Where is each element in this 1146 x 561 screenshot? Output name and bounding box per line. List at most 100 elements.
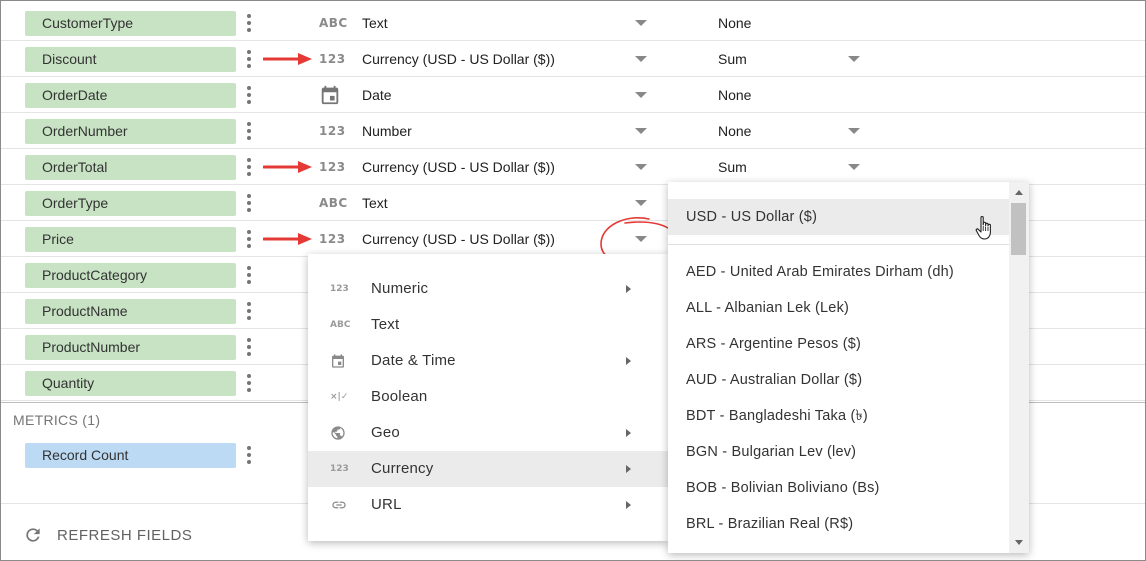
field-name-chip[interactable]: Price	[25, 227, 236, 252]
field-type-value[interactable]: Date	[362, 77, 392, 113]
number-type-icon: 123	[319, 124, 346, 138]
type-menu-item-boolean[interactable]: ×|✓ Boolean	[308, 379, 668, 415]
field-type-menu: 123 Numeric ABC Text Date & Time ×|✓ Boolean Ge…	[308, 254, 668, 541]
text-type-icon: ABC	[330, 320, 351, 330]
currency-option[interactable]: BGN - Bulgarian Lev (lev)	[668, 434, 1009, 470]
aggregation-value[interactable]: None	[718, 113, 751, 149]
field-name-chip[interactable]: ProductName	[25, 299, 236, 324]
currency-option[interactable]: BOB - Bolivian Boliviano (Bs)	[668, 470, 1009, 506]
field-row: OrderDate Date None	[1, 77, 1145, 113]
currency-option-label: AED - United Arab Emirates Dirham (dh)	[686, 264, 954, 280]
chevron-down-icon[interactable]	[635, 128, 647, 134]
chevron-down-icon[interactable]	[848, 164, 860, 170]
type-menu-item-text[interactable]: ABC Text	[308, 307, 668, 343]
field-name-chip[interactable]: CustomerType	[25, 11, 236, 36]
currency-option[interactable]: BRL - Brazilian Real (R$)	[668, 506, 1009, 542]
currency-option-label: ARS - Argentine Pesos ($)	[686, 336, 862, 352]
field-type-value[interactable]: Text	[362, 5, 388, 41]
aggregation-value[interactable]: Sum	[718, 41, 747, 77]
red-arrow-annotation	[262, 231, 313, 247]
currency-option[interactable]: AED - United Arab Emirates Dirham (dh)	[668, 254, 1009, 290]
boolean-type-icon: ×|✓	[330, 392, 349, 402]
more-options-icon[interactable]	[241, 299, 257, 324]
type-menu-item-currency[interactable]: 123 Currency	[308, 451, 668, 487]
field-editor-panel: CustomerType ABC Text None Discount 123 Curren…	[0, 0, 1146, 561]
chevron-down-icon[interactable]	[848, 128, 860, 134]
scrollbar[interactable]	[1009, 182, 1029, 553]
field-type-value[interactable]: Text	[362, 185, 388, 221]
type-menu-label: Boolean	[371, 388, 428, 405]
field-name-chip[interactable]: OrderType	[25, 191, 236, 216]
more-options-icon[interactable]	[241, 47, 257, 72]
currency-option[interactable]: BDT - Bangladeshi Taka (৳)	[668, 398, 1009, 434]
field-name-chip[interactable]: OrderNumber	[25, 119, 236, 144]
type-menu-label: URL	[371, 496, 402, 513]
more-options-icon[interactable]	[241, 335, 257, 360]
field-row: OrderNumber 123 Number None	[1, 113, 1145, 149]
more-options-icon[interactable]	[241, 227, 257, 252]
chevron-right-icon	[626, 501, 631, 509]
more-options-icon[interactable]	[241, 11, 257, 36]
field-name-chip[interactable]: Quantity	[25, 371, 236, 396]
field-type-value[interactable]: Currency (USD - US Dollar ($))	[362, 41, 555, 77]
type-menu-item-numeric[interactable]: 123 Numeric	[308, 271, 668, 307]
chevron-down-icon[interactable]	[635, 164, 647, 170]
field-type-value[interactable]: Currency (USD - US Dollar ($))	[362, 221, 555, 257]
field-name-chip[interactable]: OrderDate	[25, 83, 236, 108]
number-type-icon: 123	[319, 52, 346, 66]
scroll-thumb[interactable]	[1011, 203, 1026, 255]
more-options-icon[interactable]	[241, 191, 257, 216]
chevron-right-icon	[626, 357, 631, 365]
type-menu-label: Currency	[371, 460, 434, 477]
type-menu-item-geo[interactable]: Geo	[308, 415, 668, 451]
chevron-down-icon[interactable]	[635, 92, 647, 98]
chevron-down-icon[interactable]	[635, 200, 647, 206]
more-options-icon[interactable]	[241, 371, 257, 396]
metrics-heading: METRICS (1)	[13, 412, 101, 428]
more-options-icon[interactable]	[241, 155, 257, 180]
more-options-icon[interactable]	[241, 119, 257, 144]
number-type-icon: 123	[319, 160, 346, 174]
more-options-icon[interactable]	[241, 83, 257, 108]
currency-option-label: BOB - Bolivian Boliviano (Bs)	[686, 480, 880, 496]
currency-option-label: AUD - Australian Dollar ($)	[686, 372, 863, 388]
chevron-down-icon[interactable]	[635, 20, 647, 26]
field-type-value[interactable]: Currency (USD - US Dollar ($))	[362, 149, 555, 185]
refresh-fields-button[interactable]: REFRESH FIELDS	[23, 523, 192, 547]
type-menu-label: Date & Time	[371, 352, 456, 369]
field-name-chip[interactable]: Discount	[25, 47, 236, 72]
chevron-down-icon[interactable]	[635, 56, 647, 62]
type-menu-item-date-time[interactable]: Date & Time	[308, 343, 668, 379]
currency-option[interactable]: AUD - Australian Dollar ($)	[668, 362, 1009, 398]
currency-divider	[668, 244, 1009, 245]
field-name-chip[interactable]: ProductNumber	[25, 335, 236, 360]
type-menu-label: Geo	[371, 424, 400, 441]
number-type-icon: 123	[330, 284, 349, 294]
currency-option[interactable]: BWP - Botswana Pula (P)	[668, 542, 1009, 553]
number-type-icon: 123	[330, 464, 349, 474]
chevron-down-icon[interactable]	[848, 56, 860, 62]
aggregation-value[interactable]: None	[718, 5, 751, 41]
field-name-chip[interactable]: OrderTotal	[25, 155, 236, 180]
field-type-value[interactable]: Number	[362, 113, 412, 149]
currency-option[interactable]: ALL - Albanian Lek (Lek)	[668, 290, 1009, 326]
field-name-chip[interactable]: ProductCategory	[25, 263, 236, 288]
scroll-up-arrow-icon[interactable]	[1015, 190, 1023, 195]
more-options-icon[interactable]	[241, 443, 257, 468]
hand-cursor-icon	[975, 216, 991, 240]
currency-option-label: BGN - Bulgarian Lev (lev)	[686, 444, 857, 460]
aggregation-value[interactable]: None	[718, 77, 751, 113]
currency-option[interactable]: ARS - Argentine Pesos ($)	[668, 326, 1009, 362]
type-menu-item-url[interactable]: URL	[308, 487, 668, 523]
refresh-icon	[26, 528, 40, 542]
metric-name-chip[interactable]: Record Count	[25, 443, 236, 468]
field-row: Discount 123 Currency (USD - US Dollar ($)…	[1, 41, 1145, 77]
number-type-icon: 123	[319, 232, 346, 246]
currency-option-usd[interactable]: USD - US Dollar ($)	[668, 199, 1009, 235]
more-options-icon[interactable]	[241, 263, 257, 288]
aggregation-value[interactable]: Sum	[718, 149, 747, 185]
link-icon	[330, 497, 350, 513]
scroll-down-arrow-icon[interactable]	[1015, 540, 1023, 545]
chevron-right-icon	[626, 429, 631, 437]
globe-icon	[330, 425, 350, 441]
